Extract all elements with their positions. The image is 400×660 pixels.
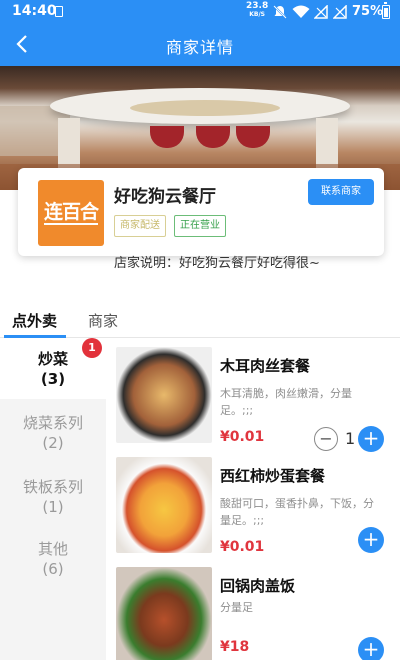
wifi-icon <box>292 5 310 18</box>
add-dish-button[interactable]: + <box>358 637 384 660</box>
network-speed-unit: KB/S <box>249 11 265 18</box>
banner-lamp <box>196 126 230 148</box>
tab-bar: 点外卖 商家 <box>0 302 400 338</box>
category-sidebar: 炒菜 (3) 烧菜系列 (2) 铁板系列 (1) 其他 (6) <box>0 339 106 660</box>
dish-description: 酸甜可口，蛋香扑鼻，下饭，分量足。;;; <box>220 497 374 527</box>
page-title: 商家详情 <box>165 38 234 57</box>
add-dish-button[interactable]: + <box>358 426 384 452</box>
battery-icon <box>382 2 390 19</box>
dish-price: ¥18 <box>220 639 250 655</box>
status-bar: 14:40 23.8 KB/S 75% <box>0 0 400 24</box>
dish-list: 木耳肉丝套餐 木耳清脆，肉丝嫩滑，分量足。;;; ¥0.01 − 1 + 西红柿… <box>106 339 400 660</box>
active-tab-indicator <box>4 335 66 338</box>
category-count: (2) <box>42 434 64 452</box>
nav-bar: 商家详情 <box>0 24 400 66</box>
dish-image <box>116 567 212 660</box>
delivery-tag: 商家配送 <box>114 215 166 237</box>
category-item-other[interactable]: 其他 (6) <box>0 539 106 579</box>
tab-merchant[interactable]: 商家 <box>88 310 118 331</box>
dish-description: 木耳清脆，肉丝嫩滑，分量足。;;; <box>220 387 352 417</box>
network-speed: 23.8 KB/S <box>246 1 269 19</box>
category-count: (6) <box>42 560 64 578</box>
contact-merchant-button[interactable]: 联系商家 <box>308 179 374 205</box>
shop-logo: 连百合 <box>38 180 104 246</box>
cart-count-badge: 1 <box>82 338 102 358</box>
dish-image <box>116 347 212 443</box>
signal-icon <box>314 5 328 19</box>
tab-takeout[interactable]: 点外卖 <box>12 310 57 331</box>
category-name: 铁板系列 <box>22 478 83 496</box>
banner-lamp <box>150 126 184 148</box>
mute-bell-icon <box>273 5 287 19</box>
dish-image <box>116 457 212 553</box>
status-time: 14:40 <box>12 3 57 19</box>
banner-ceiling-inner <box>130 100 280 116</box>
sim-icon <box>55 6 63 17</box>
shop-name: 好吃狗云餐厅 <box>114 187 216 207</box>
dish-quantity: 1 <box>345 429 356 448</box>
category-name: 其他 <box>37 540 68 558</box>
dish-name: 回锅肉盖饭 <box>220 577 296 595</box>
category-item-sizzling[interactable]: 铁板系列 (1) <box>0 477 106 517</box>
category-item-braised[interactable]: 烧菜系列 (2) <box>0 413 106 453</box>
dish-name: 西红柿炒蛋套餐 <box>220 467 326 485</box>
shop-description: 店家说明：好吃狗云餐厅好吃得很~ <box>114 256 320 271</box>
shop-detail-screen: 14:40 23.8 KB/S 75% 商家详情 连百合 好吃狗云餐厅 商家配送… <box>0 0 400 660</box>
dish-description: 分量足 <box>220 601 253 614</box>
shop-logo-text: 连百合 <box>43 201 99 225</box>
add-dish-button[interactable]: + <box>358 527 384 553</box>
network-speed-value: 23.8 <box>246 1 269 11</box>
top-bar: 14:40 23.8 KB/S 75% 商家详情 <box>0 0 400 66</box>
open-status-tag: 正在营业 <box>174 215 226 237</box>
shop-info-card: 连百合 好吃狗云餐厅 商家配送 正在营业 联系商家 店家说明：好吃狗云餐厅好吃得… <box>18 168 384 271</box>
category-count: (1) <box>42 498 64 516</box>
banner-lamp <box>236 126 270 148</box>
category-name: 烧菜系列 <box>22 414 83 432</box>
decrease-quantity-button[interactable]: − <box>314 427 338 451</box>
category-count: (3) <box>40 370 66 388</box>
battery-percent: 75% <box>352 4 384 19</box>
dish-price: ¥0.01 <box>220 429 265 445</box>
dish-name: 木耳肉丝套餐 <box>220 357 311 375</box>
dish-price: ¥0.01 <box>220 539 265 555</box>
signal-icon-2 <box>333 5 347 19</box>
